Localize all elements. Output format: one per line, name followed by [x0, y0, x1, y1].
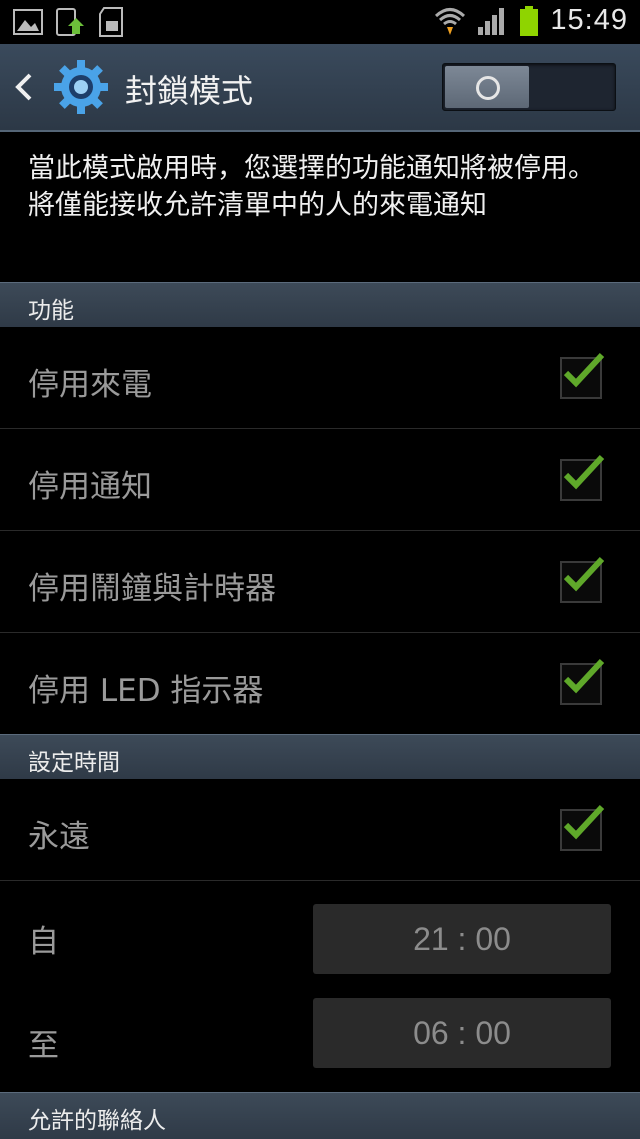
- list-item-label: 永遠: [28, 819, 90, 855]
- to-time-field[interactable]: 06 : 00: [313, 998, 611, 1068]
- checkmark-icon: [563, 556, 605, 592]
- from-time-field[interactable]: 21 : 00: [313, 904, 611, 974]
- blocking-mode-toggle[interactable]: [442, 63, 616, 111]
- checkmark-icon: [563, 658, 605, 694]
- signal-icon: [476, 5, 508, 37]
- toggle-off-icon: [476, 76, 500, 100]
- checkmark-icon: [563, 804, 605, 840]
- toggle-knob[interactable]: [445, 66, 529, 108]
- list-item-disable-led[interactable]: 停用 LED 指示器: [0, 633, 640, 734]
- to-time-label: 至: [28, 1028, 59, 1064]
- section-header-schedule: 設定時間: [0, 734, 640, 779]
- list-item-disable-notifications[interactable]: 停用通知: [0, 429, 640, 531]
- list-item-label: 停用通知: [28, 469, 152, 505]
- status-bar: 15:49: [0, 0, 640, 44]
- settings-gear-icon[interactable]: [52, 58, 110, 116]
- app-update-icon: [54, 6, 86, 38]
- section-header-contacts: 允許的聯絡人: [0, 1092, 640, 1139]
- sd-card-icon: [96, 6, 128, 38]
- list-item-disable-calls[interactable]: 停用來電: [0, 327, 640, 429]
- page-title: 封鎖模式: [125, 72, 254, 110]
- mode-description: 當此模式啟用時，您選擇的功能通知將被停用。將僅能接收允許清單中的人的來電通知: [28, 153, 595, 221]
- from-time-label: 自: [28, 924, 59, 960]
- list-item-always[interactable]: 永遠: [0, 779, 640, 881]
- checkmark-icon: [563, 352, 605, 388]
- gallery-icon: [12, 6, 44, 38]
- battery-icon: [518, 5, 540, 37]
- action-bar: 封鎖模式: [0, 44, 640, 132]
- checkbox[interactable]: [560, 658, 605, 705]
- checkbox[interactable]: [560, 556, 605, 603]
- status-clock: 15:49: [550, 4, 628, 36]
- wifi-icon: [434, 5, 466, 37]
- list-item-label: 停用來電: [28, 367, 152, 403]
- checkbox[interactable]: [560, 804, 605, 851]
- list-item-label: 停用鬧鐘與計時器: [28, 571, 276, 607]
- list-item-label: 停用 LED 指示器: [28, 673, 264, 709]
- checkmark-icon: [563, 454, 605, 490]
- section-header-label: 功能: [28, 298, 74, 324]
- section-header-label: 允許的聯絡人: [28, 1108, 166, 1134]
- back-arrow-icon[interactable]: [12, 69, 36, 105]
- list-item-disable-alarm-timer[interactable]: 停用鬧鐘與計時器: [0, 531, 640, 633]
- section-header-label: 設定時間: [28, 750, 120, 776]
- section-header-features: 功能: [0, 282, 640, 327]
- checkbox[interactable]: [560, 352, 605, 399]
- checkbox[interactable]: [560, 454, 605, 501]
